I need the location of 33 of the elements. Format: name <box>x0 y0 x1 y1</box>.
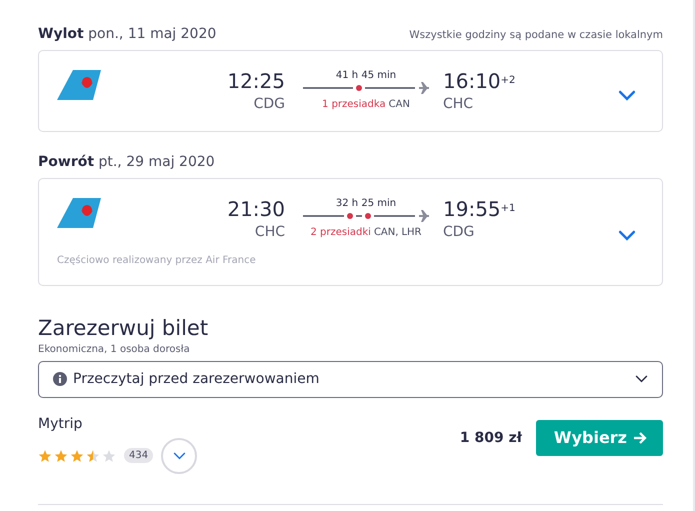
departure-time: 12:25 <box>227 68 285 94</box>
stops-count: 2 przesiadki <box>310 227 371 238</box>
layover-airport: CAN, <box>374 227 398 238</box>
layover-airport: CAN <box>388 99 410 110</box>
flight-duration: 32 h 25 min <box>336 198 396 209</box>
arrival-airport: CHC <box>443 96 474 112</box>
timezone-note: Wszystkie godziny są podane w czasie lokalnym <box>409 29 663 41</box>
departure-airport: CHC <box>254 224 285 240</box>
arrow-right-icon <box>633 432 647 444</box>
section-heading: Wylot pon., 11 maj 2020 <box>38 26 216 42</box>
review-count: 434 <box>124 448 154 464</box>
layover-airport: LHR <box>401 227 422 238</box>
flight-duration: 41 h 45 min <box>336 70 396 81</box>
provider-name: Mytrip <box>38 416 84 432</box>
airline-logo-icon <box>57 70 101 100</box>
chevron-down-icon[interactable] <box>635 375 648 384</box>
info-icon <box>53 372 67 386</box>
stops-count: 1 przesiadka <box>322 99 386 110</box>
star-icon <box>70 448 84 463</box>
price: 1 809 zł <box>460 430 522 446</box>
booking-title: Zarezerwuj bilet <box>38 316 210 340</box>
booking-subtitle: Ekonomiczna, 1 osoba dorosła <box>38 344 191 355</box>
departure-time: 21:30 <box>227 196 285 222</box>
star-icon <box>38 448 52 463</box>
info-dropdown[interactable]: Przeczytaj przed zarezerwowaniem <box>38 360 663 398</box>
star-icon <box>54 448 68 463</box>
star-icon <box>86 448 100 463</box>
section-heading: Powrót pt., 29 maj 2020 <box>38 154 215 170</box>
star-icon <box>102 448 116 463</box>
arrival-airport: CDG <box>443 224 474 240</box>
airline-logo-icon <box>57 198 101 228</box>
departure-airport: CDG <box>254 96 285 112</box>
operator-note: Częściowo realizowany przez Air France <box>57 254 257 266</box>
